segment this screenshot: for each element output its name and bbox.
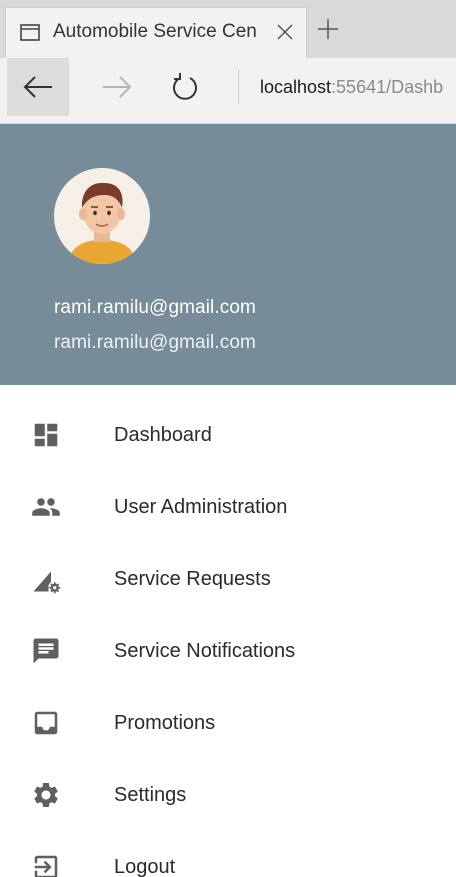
- drawer-header: rami.ramilu@gmail.com rami.ramilu@gmail.…: [0, 124, 456, 385]
- nav-separator: [238, 70, 239, 104]
- menu-label-settings: Settings: [114, 784, 187, 806]
- new-tab-icon[interactable]: [316, 17, 340, 41]
- page-icon: [20, 24, 40, 41]
- menu-item-logout[interactable]: Logout: [0, 834, 456, 877]
- people-icon: [31, 492, 61, 522]
- browser-nav-bar: localhost:55641/Dashb: [0, 58, 456, 124]
- menu-label-logout: Logout: [114, 856, 176, 877]
- refresh-button[interactable]: [158, 58, 212, 116]
- back-button[interactable]: [7, 58, 69, 116]
- exit-icon: [31, 852, 61, 877]
- user-email: rami.ramilu@gmail.com: [54, 332, 256, 353]
- menu-label-service-notifications: Service Notifications: [114, 640, 296, 662]
- address-bar[interactable]: localhost:55641/Dashb: [260, 77, 456, 98]
- dashboard-icon: [31, 420, 61, 450]
- close-icon[interactable]: [273, 20, 297, 44]
- avatar[interactable]: [54, 168, 150, 264]
- forward-button[interactable]: [90, 58, 144, 116]
- user-avatar-icon: [54, 168, 150, 264]
- url-rest: :55641/Dashb: [331, 77, 444, 97]
- browser-tab[interactable]: Automobile Service Cen: [5, 7, 307, 58]
- user-name: rami.ramilu@gmail.com: [54, 297, 256, 318]
- menu-item-settings[interactable]: Settings: [0, 762, 456, 822]
- url-host: localhost: [260, 77, 332, 97]
- menu-label-user-administration: User Administration: [114, 496, 288, 518]
- menu-item-user-administration[interactable]: User Administration: [0, 474, 456, 534]
- gear-icon: [31, 780, 61, 810]
- inbox-icon: [31, 708, 61, 738]
- arrow-right-icon: [103, 76, 132, 98]
- menu-label-dashboard: Dashboard: [114, 424, 212, 446]
- arrow-left-icon: [23, 76, 52, 98]
- menu-label-promotions: Promotions: [114, 712, 216, 734]
- menu-item-service-notifications[interactable]: Service Notifications: [0, 618, 456, 678]
- signal-settings-icon: [31, 564, 61, 594]
- menu-label-service-requests: Service Requests: [114, 568, 271, 590]
- browser-tab-bar: Automobile Service Cen: [0, 0, 456, 58]
- tab-title: Automobile Service Cen: [53, 21, 257, 42]
- message-icon: [31, 636, 61, 666]
- menu-item-dashboard[interactable]: Dashboard: [0, 402, 456, 462]
- menu-item-promotions[interactable]: Promotions: [0, 690, 456, 750]
- menu-item-service-requests[interactable]: Service Requests: [0, 546, 456, 606]
- refresh-icon: [173, 73, 197, 100]
